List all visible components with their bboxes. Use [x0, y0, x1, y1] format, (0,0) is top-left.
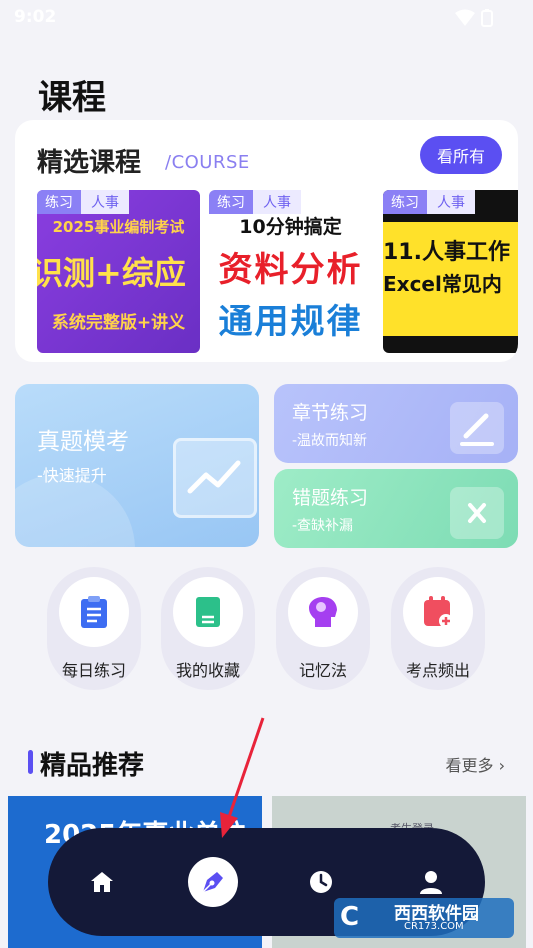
status-time: 9:02	[14, 7, 57, 27]
course-thumb-line: Excel常见内	[383, 272, 502, 296]
nav-course[interactable]	[188, 857, 238, 907]
tag-practice: 练习	[209, 190, 253, 214]
watermark-logo: C 西西软件园 CR173.COM	[334, 898, 514, 938]
home-icon	[91, 872, 113, 892]
brain-head-icon	[288, 577, 358, 647]
nav-home[interactable]	[78, 858, 126, 906]
page-title: 课程	[38, 78, 106, 118]
bookmark-icon	[173, 577, 243, 647]
chapter-practice-title: 章节练习	[292, 402, 369, 424]
presentation-board-icon	[173, 438, 257, 518]
user-icon	[420, 871, 442, 894]
tag-hr: 人事	[427, 190, 475, 214]
tag-hr: 人事	[81, 190, 129, 214]
calendar-plus-icon	[403, 577, 473, 647]
wrong-practice-subtitle: -查缺补漏	[292, 518, 354, 534]
see-more-label: 看更多	[445, 756, 494, 775]
chapter-practice-tile[interactable]: 章节练习 -温故而知新	[274, 384, 518, 463]
wrong-book-icon	[450, 487, 504, 539]
watermark-url: CR173.COM	[404, 921, 464, 932]
featured-courses-subtitle: /COURSE	[165, 152, 250, 173]
course-thumb[interactable]: 练习 人事 2025事业编制考试 识测+综应 系统完整版+讲义	[37, 190, 200, 353]
course-thumb[interactable]: 练习 人事 10分钟搞定 资料分析 通用规律	[209, 190, 372, 353]
see-more-link[interactable]: 看更多 ›	[445, 752, 505, 776]
course-thumb-line: 资料分析	[218, 250, 363, 290]
tag-practice: 练习	[37, 190, 81, 214]
tag-hr: 人事	[253, 190, 301, 214]
quick-frequent-points[interactable]: 考点频出	[391, 567, 485, 690]
exam-mock-title: 真题模考	[37, 429, 129, 455]
course-thumb-line: 11.人事工作	[383, 240, 510, 265]
quick-action-label: 考点频出	[405, 661, 470, 680]
wrong-practice-title: 错题练习	[292, 487, 369, 509]
course-thumb-line: 10分钟搞定	[239, 216, 342, 238]
exam-mock-tile[interactable]: 真题模考 -快速提升	[15, 384, 259, 547]
quick-daily-practice[interactable]: 每日练习	[47, 567, 141, 690]
clock-icon	[310, 871, 332, 893]
quick-action-label: 每日练习	[61, 661, 126, 680]
course-tags: 练习 人事	[383, 190, 475, 214]
course-carousel[interactable]: 练习 人事 2025事业编制考试 识测+综应 系统完整版+讲义 练习 人事 10…	[37, 190, 518, 353]
course-thumb-line: 系统完整版+讲义	[51, 313, 186, 333]
chapter-practice-subtitle: -温故而知新	[292, 433, 368, 449]
featured-courses-title: 精选课程	[37, 148, 142, 178]
featured-courses-card: 精选课程 /COURSE 看所有 练习 人事 2025事业编制考试 识测+综应 …	[15, 120, 518, 362]
tag-practice: 练习	[383, 190, 427, 214]
course-tags: 练习 人事	[37, 190, 129, 214]
quick-my-favorites[interactable]: 我的收藏	[161, 567, 255, 690]
course-tags: 练习 人事	[209, 190, 301, 214]
watermark-logo-letter: C	[340, 902, 360, 932]
quick-action-label: 我的收藏	[175, 661, 240, 680]
edit-note-icon	[450, 402, 504, 454]
course-thumb-line: 2025事业编制考试	[52, 218, 185, 236]
course-thumb[interactable]: 练习 人事 11.人事工作 Excel常见内	[383, 190, 518, 353]
exam-mock-subtitle: -快速提升	[37, 466, 107, 485]
status-icons	[455, 9, 493, 27]
course-thumb-line: 通用规律	[218, 302, 363, 342]
section-accent-bar	[28, 750, 33, 774]
see-all-button[interactable]: 看所有	[420, 136, 502, 174]
quick-memory-method[interactable]: 记忆法	[276, 567, 370, 690]
battery-icon	[481, 9, 493, 27]
pen-icon	[202, 872, 223, 893]
status-bar: 9:02	[0, 0, 533, 36]
wrong-practice-tile[interactable]: 错题练习 -查缺补漏	[274, 469, 518, 548]
quick-action-label: 记忆法	[298, 661, 347, 680]
recommend-title: 精品推荐	[40, 751, 145, 781]
course-thumb-line: 识测+综应	[37, 254, 186, 292]
wifi-icon	[455, 9, 475, 26]
clipboard-icon	[59, 577, 129, 647]
chevron-right-icon: ›	[498, 756, 505, 775]
